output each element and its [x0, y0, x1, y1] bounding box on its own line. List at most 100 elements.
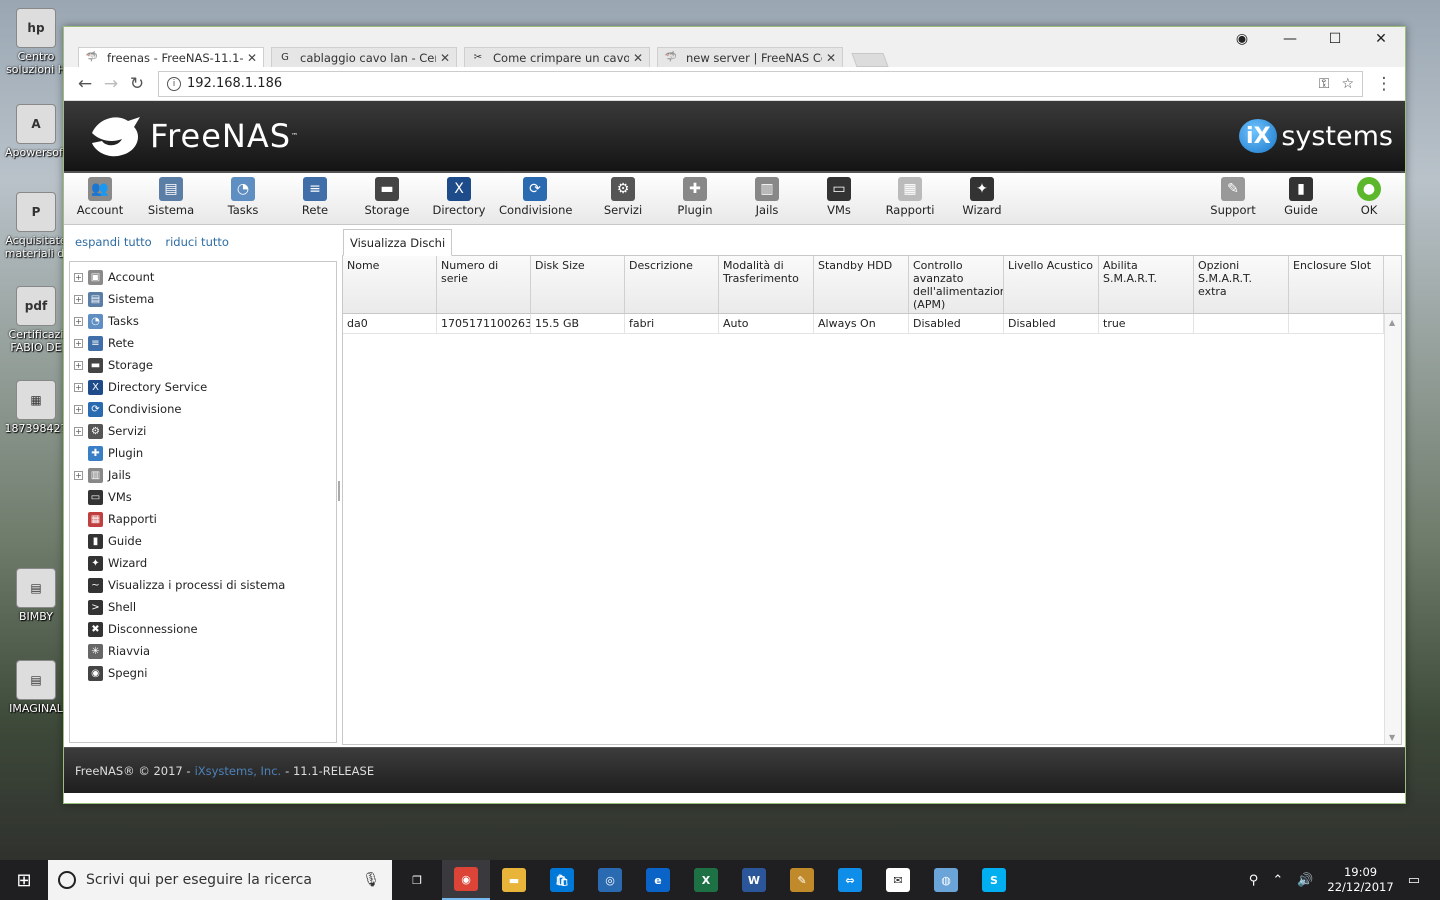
taskbar-store-button[interactable]: 🛍 [538, 860, 586, 900]
tab-close-icon[interactable]: ✕ [633, 51, 643, 65]
toolbar-account-button[interactable]: 👥 Account [64, 177, 136, 217]
tree-item-disconnessione[interactable]: ✖ Disconnessione [70, 618, 336, 640]
notifications-icon[interactable]: ▭ [1408, 873, 1420, 888]
tray-chevron-icon[interactable]: ⌃ [1272, 873, 1283, 888]
tab-visualizza-dischi[interactable]: Visualizza Dischi [343, 229, 453, 256]
tree-expand-icon[interactable]: + [74, 404, 83, 414]
tree-expand-icon[interactable]: + [74, 426, 83, 436]
pane-splitter[interactable] [338, 481, 340, 501]
new-tab-button[interactable] [851, 53, 889, 67]
column-header-2[interactable]: Disk Size [531, 256, 625, 313]
footer-ixsystems-link[interactable]: iXsystems, Inc. [195, 764, 282, 778]
tree-expand-icon[interactable]: + [74, 316, 83, 326]
browser-tab-2[interactable]: ✂ Come crimpare un cavo ✕ [464, 47, 650, 67]
tree-item-storage[interactable]: + ▬ Storage [70, 354, 336, 376]
toolbar-tasks-button[interactable]: ◔ Tasks [207, 177, 279, 217]
tree-item-riavvia[interactable]: ✳ Riavvia [70, 640, 336, 662]
tree-expand-icon[interactable]: + [74, 360, 83, 370]
expand-all-link[interactable]: espandi tutto [75, 235, 152, 249]
tab-close-icon[interactable]: ✕ [826, 51, 836, 65]
tree-expand-icon[interactable]: + [74, 294, 83, 304]
volume-icon[interactable]: 🔊 [1297, 873, 1313, 888]
tree-item-rete[interactable]: + ≡ Rete [70, 332, 336, 354]
column-header-6[interactable]: Controllo avanzato dell'alimentazione (A… [909, 256, 1004, 313]
tree-item-wizard[interactable]: ✦ Wizard [70, 552, 336, 574]
key-icon[interactable]: ⚿ [1319, 76, 1330, 92]
desktop-icon-3[interactable]: pdf Certificazi FABIO DE [0, 286, 72, 354]
taskbar-excel-button[interactable]: X [682, 860, 730, 900]
minimize-button[interactable]: — [1270, 31, 1310, 47]
grid-scrollbar[interactable]: ▲ ▼ [1384, 314, 1401, 744]
toolbar-sistema-button[interactable]: ▤ Sistema [135, 177, 207, 217]
scroll-up-icon[interactable]: ▲ [1389, 318, 1395, 327]
tree-item-directory-service[interactable]: + X Directory Service [70, 376, 336, 398]
tab-close-icon[interactable]: ✕ [247, 51, 257, 65]
taskbar-task-view-button[interactable]: ❐ [392, 860, 442, 900]
tree-item-servizi[interactable]: + ⚙ Servizi [70, 420, 336, 442]
tree-item-condivisione[interactable]: + ⟳ Condivisione [70, 398, 336, 420]
menu-kebab-icon[interactable]: ⋮ [1371, 74, 1397, 94]
toolbar-servizi-button[interactable]: ⚙ Servizi [587, 177, 659, 217]
maximize-button[interactable]: ☐ [1315, 31, 1355, 47]
toolbar-plugin-button[interactable]: ✚ Plugin [659, 177, 731, 217]
tree-expand-icon[interactable]: + [74, 382, 83, 392]
column-header-10[interactable]: Enclosure Slot [1289, 256, 1384, 313]
taskbar-teamviewer-button[interactable]: ⇔ [826, 860, 874, 900]
taskbar-app-globe-button[interactable]: ◍ [922, 860, 970, 900]
toolbar-vms-button[interactable]: ▭ VMs [803, 177, 875, 217]
bookmark-star-icon[interactable]: ☆ [1341, 76, 1354, 92]
column-header-0[interactable]: Nome [343, 256, 437, 313]
collapse-all-link[interactable]: riduci tutto [165, 235, 229, 249]
url-input[interactable]: i 192.168.1.186 ⚿ ☆ [158, 70, 1363, 97]
taskbar-word-button[interactable]: W [730, 860, 778, 900]
toolbar-condivisione-button[interactable]: ⟳ Condivisione [499, 177, 572, 217]
toolbar-wizard-button[interactable]: ✦ Wizard [946, 177, 1018, 217]
desktop-icon-2[interactable]: P Acquisitate materiali di [0, 192, 72, 260]
desktop-icon-4[interactable]: ▦ 187398427 [0, 380, 72, 435]
site-info-icon[interactable]: i [167, 76, 181, 91]
tree-item-spegni[interactable]: ◉ Spegni [70, 662, 336, 684]
browser-tab-3[interactable]: 🦈 new server | FreeNAS Co ✕ [657, 47, 843, 67]
taskbar-file-explorer-button[interactable]: ▬ [490, 860, 538, 900]
tree-item-plugin[interactable]: ✚ Plugin [70, 442, 336, 464]
toolbar-support-button[interactable]: ✎ Support [1197, 177, 1269, 217]
tree-item-visualizza-i-processi-di-sistema[interactable]: ~ Visualizza i processi di sistema [70, 574, 336, 596]
profile-icon[interactable]: ◉ [1222, 31, 1262, 47]
desktop-icon-0[interactable]: hp Centro soluzioni H [0, 8, 72, 76]
taskbar-edge-button[interactable]: e [634, 860, 682, 900]
column-header-1[interactable]: Numero di serie [437, 256, 531, 313]
people-icon[interactable]: ⚲ [1249, 873, 1259, 888]
column-header-9[interactable]: Opzioni S.M.A.R.T. extra [1194, 256, 1289, 313]
back-icon[interactable]: ← [72, 74, 98, 94]
column-header-7[interactable]: Livello Acustico [1004, 256, 1099, 313]
windows-start-icon[interactable]: ⊞ [0, 860, 48, 900]
taskbar-mail-button[interactable]: ✉ [874, 860, 922, 900]
tree-item-vms[interactable]: ▭ VMs [70, 486, 336, 508]
toolbar-directory-button[interactable]: X Directory [423, 177, 495, 217]
column-header-8[interactable]: Abilita S.M.A.R.T. [1099, 256, 1194, 313]
desktop-icon-5[interactable]: ▤ BIMBY [0, 568, 72, 623]
taskbar-search-input[interactable]: Scrivi qui per eseguire la ricerca 🎙 [48, 860, 392, 900]
toolbar-storage-button[interactable]: ▬ Storage [351, 177, 423, 217]
taskbar-chrome-button[interactable]: ◉ [442, 860, 490, 900]
tree-expand-icon[interactable]: + [74, 272, 83, 282]
taskbar-app-tool-button[interactable]: ✎ [778, 860, 826, 900]
toolbar-ok-button[interactable]: ● OK [1333, 177, 1405, 217]
tree-item-sistema[interactable]: + ▤ Sistema [70, 288, 336, 310]
column-header-3[interactable]: Descrizione [625, 256, 719, 313]
toolbar-guide-button[interactable]: ▮ Guide [1265, 177, 1337, 217]
scroll-down-icon[interactable]: ▼ [1389, 733, 1395, 742]
desktop-icon-1[interactable]: A Apowersoft [0, 104, 72, 159]
toolbar-jails-button[interactable]: ▥ Jails [731, 177, 803, 217]
toolbar-rapporti-button[interactable]: ▦ Rapporti [874, 177, 946, 217]
tab-close-icon[interactable]: ✕ [440, 51, 450, 65]
tree-item-account[interactable]: + ▣ Account [70, 266, 336, 288]
tree-expand-icon[interactable]: + [74, 470, 83, 480]
tree-item-jails[interactable]: + ▥ Jails [70, 464, 336, 486]
taskbar-app-blue-button[interactable]: ◎ [586, 860, 634, 900]
microphone-icon[interactable]: 🎙 [362, 872, 380, 888]
column-header-5[interactable]: Standby HDD [814, 256, 909, 313]
clock[interactable]: 19:09 22/12/2017 [1327, 865, 1393, 895]
table-row[interactable]: da0 1705171100263 15.5 GB fabri Auto Always O… [343, 314, 1401, 334]
taskbar-skype-button[interactable]: S [970, 860, 1018, 900]
